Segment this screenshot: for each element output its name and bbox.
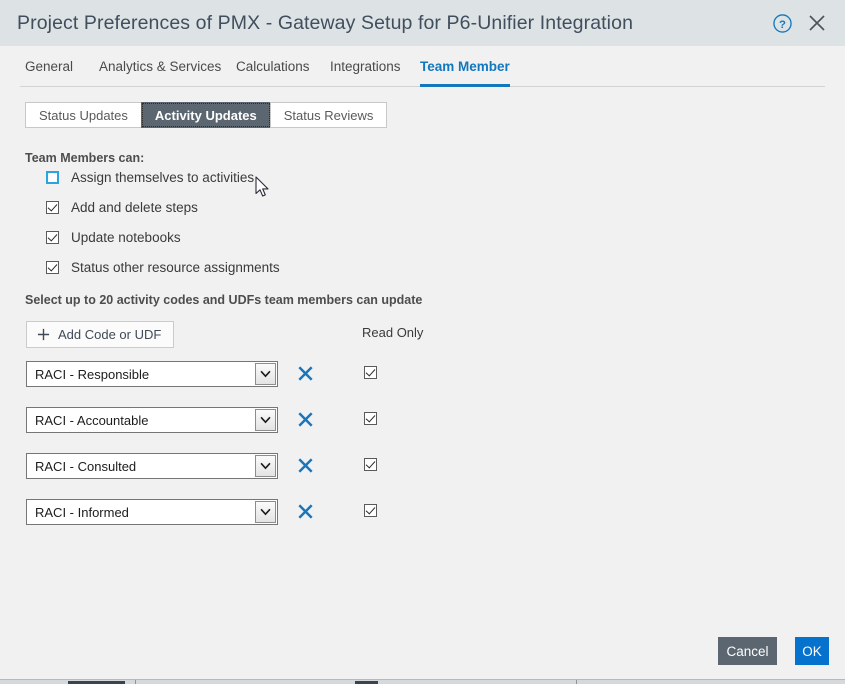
tab-integrations[interactable]: Integrations bbox=[330, 46, 401, 87]
code-select-consulted[interactable]: RACI - Consulted bbox=[26, 453, 278, 479]
codes-heading: Select up to 20 activity codes and UDFs … bbox=[25, 293, 422, 307]
checkbox-add-delete-steps[interactable] bbox=[46, 201, 59, 214]
bottom-edge-strip bbox=[0, 679, 845, 684]
permissions-heading: Team Members can: bbox=[25, 151, 144, 165]
permission-label: Status other resource assignments bbox=[71, 260, 280, 275]
delete-row-icon[interactable] bbox=[295, 455, 316, 476]
cancel-button[interactable]: Cancel bbox=[718, 637, 777, 665]
checkbox-read-only[interactable] bbox=[364, 458, 377, 471]
code-row: RACI - Accountable bbox=[0, 407, 845, 433]
permission-label: Assign themselves to activities bbox=[71, 170, 254, 185]
add-code-or-udf-label: Add Code or UDF bbox=[58, 327, 161, 342]
permission-assign-themselves[interactable]: Assign themselves to activities bbox=[46, 170, 254, 185]
tab-analytics-services[interactable]: Analytics & Services bbox=[99, 46, 221, 87]
code-select-value: RACI - Responsible bbox=[35, 367, 255, 382]
arrow-cursor bbox=[255, 176, 271, 199]
delete-row-icon[interactable] bbox=[295, 409, 316, 430]
chevron-down-icon[interactable] bbox=[255, 455, 276, 477]
dialog-title: Project Preferences of PMX - Gateway Set… bbox=[17, 12, 633, 35]
subtab-activity-updates[interactable]: Activity Updates bbox=[141, 102, 271, 128]
delete-row-icon[interactable] bbox=[295, 501, 316, 522]
checkbox-update-notebooks[interactable] bbox=[46, 231, 59, 244]
delete-row-icon[interactable] bbox=[295, 363, 316, 384]
ok-button[interactable]: OK bbox=[795, 637, 829, 665]
code-select-responsible[interactable]: RACI - Responsible bbox=[26, 361, 278, 387]
svg-text:?: ? bbox=[779, 18, 786, 30]
tab-team-member[interactable]: Team Member bbox=[420, 46, 510, 87]
checkbox-read-only[interactable] bbox=[364, 412, 377, 425]
permission-update-notebooks[interactable]: Update notebooks bbox=[46, 230, 181, 245]
tab-general[interactable]: General bbox=[25, 46, 73, 87]
read-only-column-header: Read Only bbox=[362, 325, 423, 340]
code-row: RACI - Consulted bbox=[0, 453, 845, 479]
checkbox-read-only[interactable] bbox=[364, 504, 377, 517]
subtab-status-reviews[interactable]: Status Reviews bbox=[270, 102, 388, 128]
permission-status-other-resources[interactable]: Status other resource assignments bbox=[46, 260, 280, 275]
chevron-down-icon[interactable] bbox=[255, 409, 276, 431]
checkbox-status-other-resources[interactable] bbox=[46, 261, 59, 274]
bottom-strip-divider bbox=[576, 680, 577, 684]
code-select-value: RACI - Informed bbox=[35, 505, 255, 520]
code-row: RACI - Responsible bbox=[0, 361, 845, 387]
code-select-value: RACI - Consulted bbox=[35, 459, 255, 474]
checkbox-assign-themselves[interactable] bbox=[46, 171, 59, 184]
tab-calculations[interactable]: Calculations bbox=[236, 46, 310, 87]
help-circle-icon[interactable]: ? bbox=[773, 14, 792, 33]
permission-label: Update notebooks bbox=[71, 230, 181, 245]
sub-tab-bar: Status Updates Activity Updates Status R… bbox=[25, 102, 387, 128]
preferences-dialog: Project Preferences of PMX - Gateway Set… bbox=[0, 0, 845, 684]
main-tab-bar: General Analytics & Services Calculation… bbox=[0, 46, 845, 88]
close-icon[interactable] bbox=[806, 12, 828, 34]
checkbox-read-only[interactable] bbox=[364, 366, 377, 379]
plus-icon bbox=[37, 328, 50, 341]
code-select-accountable[interactable]: RACI - Accountable bbox=[26, 407, 278, 433]
code-select-value: RACI - Accountable bbox=[35, 413, 255, 428]
chevron-down-icon[interactable] bbox=[255, 501, 276, 523]
bottom-strip-divider bbox=[135, 680, 136, 684]
permission-add-delete-steps[interactable]: Add and delete steps bbox=[46, 200, 198, 215]
dialog-titlebar: Project Preferences of PMX - Gateway Set… bbox=[0, 0, 845, 46]
add-code-or-udf-button[interactable]: Add Code or UDF bbox=[26, 321, 174, 348]
code-select-informed[interactable]: RACI - Informed bbox=[26, 499, 278, 525]
titlebar-actions: ? bbox=[773, 0, 833, 46]
chevron-down-icon[interactable] bbox=[255, 363, 276, 385]
code-row: RACI - Informed bbox=[0, 499, 845, 525]
subtab-status-updates[interactable]: Status Updates bbox=[25, 102, 142, 128]
permission-label: Add and delete steps bbox=[71, 200, 198, 215]
